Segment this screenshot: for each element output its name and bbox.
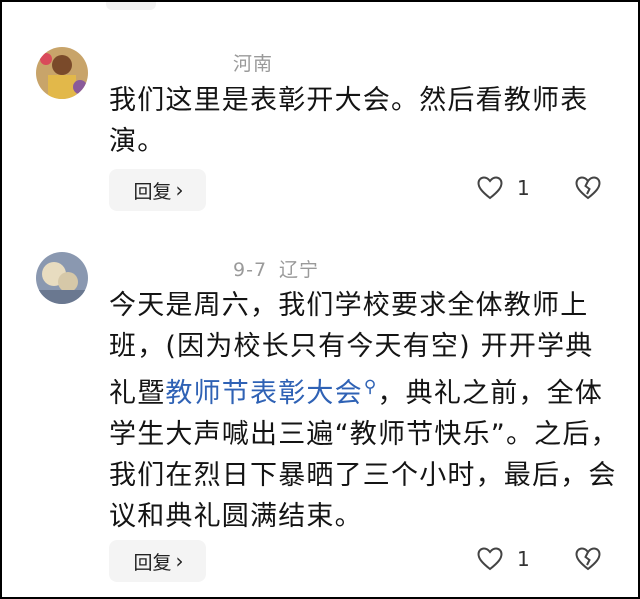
heart-icon xyxy=(477,547,503,571)
previous-reply-button[interactable] xyxy=(106,2,156,10)
avatar[interactable] xyxy=(36,252,88,304)
broken-heart-icon xyxy=(575,176,601,200)
comment-location: 辽宁 xyxy=(279,259,320,281)
reply-label: 回复 xyxy=(133,551,172,574)
heart-icon xyxy=(477,176,503,200)
comment-meta: 河南 xyxy=(233,49,273,76)
chevron-right-icon: › xyxy=(175,549,184,573)
comment-text: 我们这里是表彰开大会。然后看教师表演。 xyxy=(109,85,589,157)
reply-button[interactable]: 回复 › xyxy=(109,540,206,582)
search-icon: ⚲ xyxy=(363,377,378,397)
reply-label: 回复 xyxy=(133,180,172,203)
like-count: 1 xyxy=(517,176,530,200)
dislike-button[interactable] xyxy=(575,547,601,575)
topic-link[interactable]: 教师节表彰大会⚲ xyxy=(165,377,378,409)
comment-location: 河南 xyxy=(233,53,274,75)
comment-meta: 9-7 辽宁 xyxy=(233,255,319,282)
like-button[interactable]: 1 xyxy=(477,547,530,571)
avatar[interactable] xyxy=(36,47,88,99)
chevron-right-icon: › xyxy=(175,178,184,202)
like-button[interactable]: 1 xyxy=(477,176,530,200)
broken-heart-icon xyxy=(575,547,601,571)
reply-button[interactable]: 回复 › xyxy=(109,169,206,211)
dislike-button[interactable] xyxy=(575,176,601,204)
comment-text: 今天是周六，我们学校要求全体教师上班，(因为校长只有今天有空) 开开学典礼暨教师… xyxy=(109,290,619,532)
comment-date: 9-7 xyxy=(233,259,268,281)
like-count: 1 xyxy=(517,547,530,571)
comment-list: 河南 我们这里是表彰开大会。然后看教师表演。 回复 › 1 9-7 辽宁 今天是… xyxy=(0,0,640,599)
